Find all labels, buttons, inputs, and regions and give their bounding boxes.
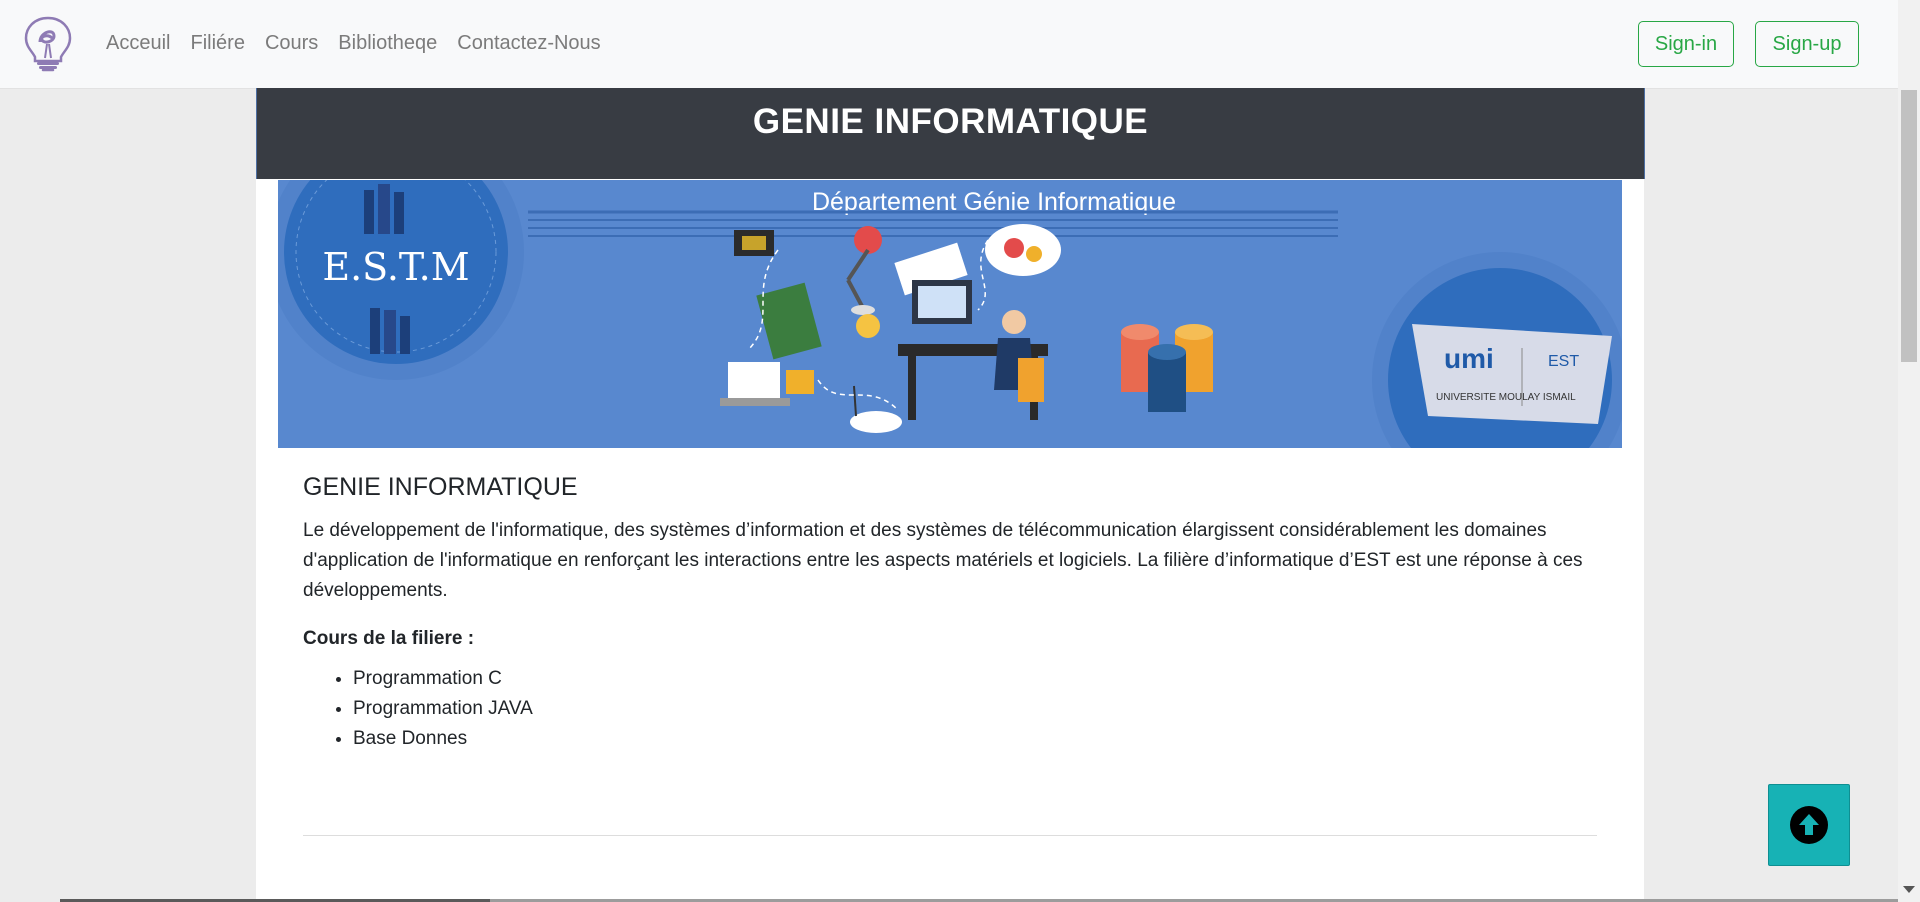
scrollbar-track-top [1898,0,1920,88]
list-item: Base Donnes [353,724,533,754]
section-title: GENIE INFORMATIQUE [303,473,578,501]
arrow-up-circle-icon [1790,806,1828,844]
banner-right-badge-est: EST [1548,353,1579,370]
page-title: GENIE INFORMATIQUE [752,102,1149,141]
scroll-down-arrow-icon[interactable] [1903,886,1915,893]
nav-link-acceuil[interactable]: Acceuil [106,32,170,55]
department-banner: E.S.T.M Département Génie Informatique u… [278,180,1622,448]
navbar: Acceuil Filiére Cours Bibliotheqe Contac… [0,0,1898,89]
banner-illustration: E.S.T.M Département Génie Informatique u… [278,180,1622,448]
sign-up-button[interactable]: Sign-up [1755,21,1859,67]
nav-link-filiere[interactable]: Filiére [190,32,244,55]
list-item: Programmation JAVA [353,694,533,724]
filiere-description: Le développement de l'informatique, des … [303,520,1583,601]
scrollbar-thumb[interactable] [1901,90,1917,362]
course-list: Programmation C Programmation JAVA Base … [303,664,533,754]
sign-in-button[interactable]: Sign-in [1638,21,1734,67]
banner-right-badge-brand: umi [1444,343,1494,374]
nav-links: Acceuil Filiére Cours Bibliotheqe Contac… [106,32,601,55]
divider [303,835,1597,836]
banner-right-badge-line: UNIVERSITE MOULAY ISMAIL [1436,392,1576,403]
nav-link-bibliotheque[interactable]: Bibliotheqe [338,32,437,55]
nav-link-cours[interactable]: Cours [265,32,318,55]
vertical-scrollbar[interactable] [1898,0,1920,902]
nav-link-contact[interactable]: Contactez-Nous [457,32,600,55]
course-card: GENIE INFORMATIQUE E.S.T.M Département G… [256,88,1645,902]
banner-left-badge-text: E.S.T.M [322,245,469,289]
back-to-top-button[interactable] [1768,784,1850,866]
courses-label: Cours de la filiere : [303,628,475,649]
card-header: GENIE INFORMATIQUE [256,88,1645,179]
lightbulb-logo-icon[interactable] [18,14,78,74]
list-item: Programmation C [353,664,533,694]
